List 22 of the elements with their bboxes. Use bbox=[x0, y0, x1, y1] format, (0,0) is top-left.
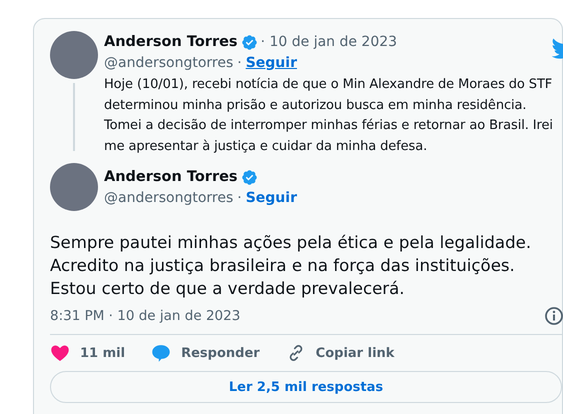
tweet-timestamp[interactable]: 8:31 PM · 10 de jan de 2023 bbox=[50, 308, 240, 324]
follow-link[interactable]: Seguir bbox=[246, 190, 297, 206]
action-label[interactable]: 11 mil bbox=[80, 346, 126, 360]
thread-line bbox=[73, 83, 75, 151]
follow-link[interactable]: Seguir bbox=[246, 55, 297, 71]
heart-icon[interactable] bbox=[50, 343, 70, 363]
tweet-date[interactable]: · 10 de jan de 2023 bbox=[260, 34, 398, 50]
action-label[interactable]: Responder bbox=[181, 346, 260, 360]
author-name[interactable]: Anderson Torres bbox=[104, 169, 238, 185]
tweet-text: Hoje (10/01), recebi notícia de que o Min Alexandre de Moraes do STF determinou minha prisão e autorizou busca em minha residência. Tomei a decisão de interromper minhas férias e retornar ao Brasil. Irei me apresentar à justiça e cuidar da minha defesa. bbox=[104, 76, 554, 156]
author-handle[interactable]: @andersongtorres bbox=[104, 190, 234, 206]
avatar[interactable] bbox=[50, 163, 98, 211]
separator: · bbox=[237, 55, 242, 71]
avatar[interactable] bbox=[50, 31, 98, 79]
read-replies-button[interactable]: Ler 2,5 mil respostas bbox=[50, 371, 562, 403]
author-handle[interactable]: @andersongtorres bbox=[104, 55, 234, 71]
action-label[interactable]: Copiar link bbox=[316, 346, 394, 360]
tweet-text: Sempre pautei minhas ações pela ética e pela legalidade. Acredito na justiça brasileira e na força das instituições. Estou certo de que a verdade prevalecerá. bbox=[50, 232, 532, 300]
separator: · bbox=[237, 190, 242, 206]
speech-bubble-icon[interactable] bbox=[151, 343, 172, 363]
author-name[interactable]: Anderson Torres bbox=[104, 34, 238, 50]
info-icon[interactable] bbox=[544, 306, 563, 326]
